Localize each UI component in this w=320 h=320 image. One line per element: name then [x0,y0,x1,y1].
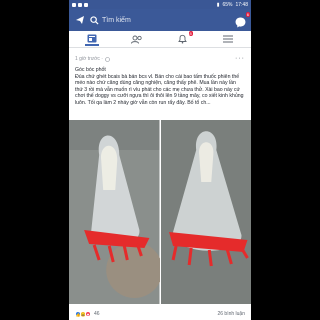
tab-news-feed[interactable] [84,32,99,46]
messenger-icon[interactable]: 6 [235,11,250,27]
post-photos [69,120,251,304]
search-placeholder: Tìm kiếm [102,16,131,24]
status-icons-right: ▮ 65% 17:48 [217,2,248,8]
post-title: Góc bóc phốt [75,67,106,73]
messenger-badge: 6 [245,11,250,17]
top-bar: Tìm kiếm 6 [69,9,251,31]
menu-icon [223,35,234,43]
search-input[interactable]: Tìm kiếm [90,14,230,27]
bell-icon [178,34,188,44]
app-notification-icon [84,2,88,7]
more-options-icon[interactable]: ··· [235,55,245,62]
search-icon [90,15,99,25]
love-reaction-icon: ♥ [85,311,91,317]
tab-notifications[interactable]: 8 [176,31,193,46]
tab-bar: 8 [69,31,251,48]
message-notification-icon [78,2,82,7]
news-feed-icon [87,34,97,42]
tab-menu[interactable] [221,32,235,46]
post-time: 1 giờ trước · [75,56,110,62]
notification-badge: 8 [188,31,193,36]
reaction-count: 46 [94,311,100,317]
phone-screen: ▮ 65% 17:48 Tìm kiếm 6 8 1 giờ trước · ·… [69,0,251,320]
signal-icon: ▮ [216,1,220,8]
comment-count[interactable]: 26 bình luận [217,311,245,317]
reaction-summary[interactable]: 👍 😆 ♥ 46 [75,311,100,317]
privacy-globe-icon [105,56,110,62]
status-bar: ▮ 65% 17:48 [69,0,251,9]
clock: 17:48 [235,1,248,8]
post-time-text: 1 giờ trước · [75,56,103,62]
facebook-notification-icon [72,2,76,7]
reactions-bar: 👍 😆 ♥ 46 26 bình luận [69,308,251,320]
friends-icon [131,35,142,44]
tab-friends[interactable] [130,32,144,46]
camera-send-icon[interactable] [74,15,85,26]
post-body: Đúa chứ ghét bcais bà bán bcs vl. Bán ch… [75,73,244,106]
post-photo-left[interactable] [69,120,163,304]
battery-level: 65% [222,1,233,8]
post-text: Góc bóc phốt Đúa chứ ghét bcais bà bán b… [69,64,251,120]
post-header: 1 giờ trước · ··· [69,48,251,64]
post-photo-right[interactable] [160,120,251,304]
status-icons-left [72,2,88,7]
